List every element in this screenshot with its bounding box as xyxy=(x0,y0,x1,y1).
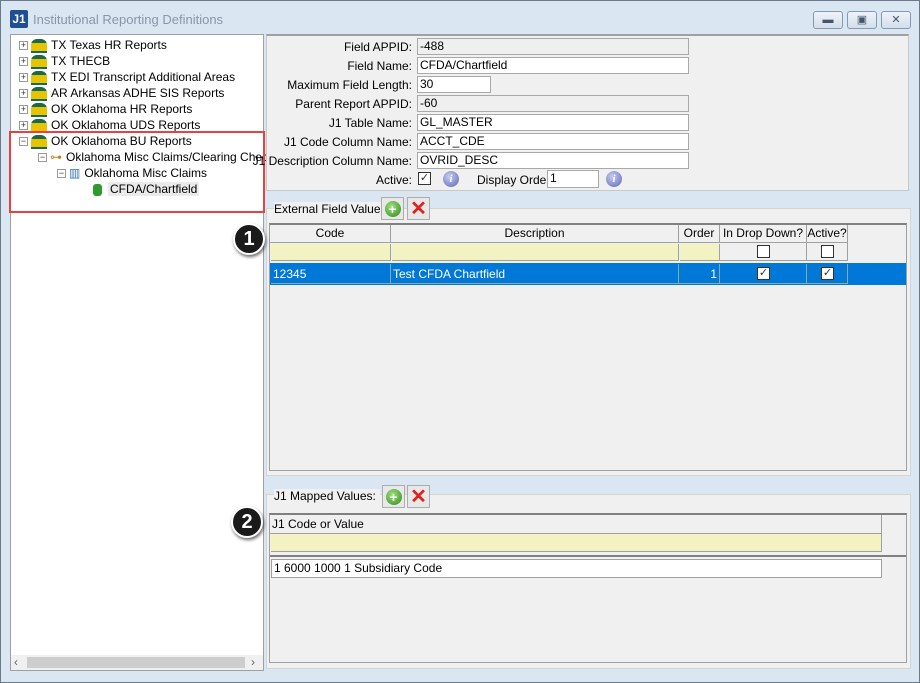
window-title: Institutional Reporting Definitions xyxy=(33,12,224,27)
expand-icon[interactable]: + xyxy=(19,41,28,51)
filter-code-or-value-input[interactable] xyxy=(271,534,882,552)
external-values-grid: Code Description Order In Drop Down? Act… xyxy=(269,223,907,471)
add-external-value-button[interactable]: + xyxy=(381,197,404,220)
table-name-label: J1 Table Name: xyxy=(328,116,412,130)
code-column-input[interactable]: ACCT_CDE xyxy=(417,133,689,150)
display-order-input[interactable]: 1 xyxy=(547,170,599,188)
mapped-values-grid: J1 Code or Value 1 6000 1000 1 Subsidiar… xyxy=(269,513,907,663)
main-window: J1 Institutional Reporting Definitions ▬… xyxy=(0,0,920,683)
cell-order[interactable]: 1 xyxy=(679,264,720,284)
institution-icon xyxy=(31,38,47,53)
report-tree: + TX Texas HR Reports + TX THECB + TX EDI T… xyxy=(10,34,280,671)
tree-item[interactable]: + TX EDI Transcript Additional Areas xyxy=(19,69,235,85)
institution-icon xyxy=(31,70,47,85)
display-order-label: Display Order: xyxy=(477,173,554,187)
filter-description-input[interactable] xyxy=(392,244,679,261)
expand-icon[interactable]: + xyxy=(19,73,28,83)
external-field-values-label: External Field Values: xyxy=(274,202,394,216)
filter-in-drop-down-cell xyxy=(720,243,807,261)
filter-order-input[interactable] xyxy=(680,244,720,261)
scroll-left-icon[interactable]: ‹ xyxy=(14,655,18,669)
column-header-active[interactable]: Active? xyxy=(807,225,848,243)
cell-in-drop-down: ✓ xyxy=(720,264,807,284)
filter-active-checkbox[interactable] xyxy=(821,245,834,258)
active-row-checkbox[interactable]: ✓ xyxy=(821,267,834,280)
institution-icon xyxy=(31,102,47,117)
close-icon: ✕ xyxy=(891,14,901,26)
app-logo: J1 xyxy=(10,10,28,28)
list-item[interactable]: 1 6000 1000 1 Subsidiary Code xyxy=(271,559,882,578)
table-name-input[interactable]: GL_MASTER xyxy=(417,114,689,131)
cell-code[interactable]: 12345 xyxy=(271,264,391,284)
add-icon: + xyxy=(385,489,402,505)
tree-horizontal-scrollbar[interactable]: ‹ › xyxy=(11,655,263,670)
column-header-code[interactable]: Code xyxy=(270,225,391,243)
restore-button[interactable]: ▣ xyxy=(847,11,877,29)
expand-icon[interactable]: + xyxy=(19,105,28,115)
info-icon[interactable]: i xyxy=(606,171,622,187)
cell-active: ✓ xyxy=(807,264,848,284)
divider xyxy=(270,555,906,557)
active-label: Active: xyxy=(375,173,412,187)
close-button[interactable]: ✕ xyxy=(881,11,911,29)
delete-x-icon: ✕ xyxy=(410,486,427,508)
column-header-code-or-value[interactable]: J1 Code or Value xyxy=(270,515,882,534)
scroll-right-icon[interactable]: › xyxy=(251,655,255,669)
delete-mapped-value-button[interactable]: ✕ xyxy=(407,485,430,508)
in-drop-down-checkbox[interactable]: ✓ xyxy=(757,267,770,280)
expand-icon[interactable]: + xyxy=(19,121,28,131)
desc-column-input[interactable]: OVRID_DESC xyxy=(417,152,689,169)
tree-item[interactable]: + TX Texas HR Reports xyxy=(19,37,167,53)
tree-item[interactable]: + AR Arkansas ADHE SIS Reports xyxy=(19,85,224,101)
field-appid-label: Field APPID: xyxy=(343,40,412,54)
active-checkbox[interactable]: ✓ xyxy=(418,172,431,185)
minimize-button[interactable]: ▬ xyxy=(813,11,843,29)
field-appid-input: -488 xyxy=(417,38,689,55)
institution-icon xyxy=(31,86,47,101)
column-header-in-drop-down[interactable]: In Drop Down? xyxy=(720,225,807,243)
callout-badge-1: 1 xyxy=(233,223,265,255)
delete-external-value-button[interactable]: ✕ xyxy=(407,197,430,220)
expand-icon[interactable]: + xyxy=(19,89,28,99)
field-name-label: Field Name: xyxy=(347,59,412,73)
filter-in-drop-down-checkbox[interactable] xyxy=(757,245,770,258)
highlight-box xyxy=(9,131,265,213)
restore-icon: ▣ xyxy=(856,14,868,26)
tree-item[interactable]: + TX THECB xyxy=(19,53,110,69)
tree-item[interactable]: + OK Oklahoma HR Reports xyxy=(19,101,192,117)
delete-x-icon: ✕ xyxy=(410,198,427,220)
column-header-description[interactable]: Description xyxy=(391,225,679,243)
institution-icon xyxy=(31,54,47,69)
parent-appid-label: Parent Report APPID: xyxy=(295,97,412,111)
field-details-form: Field APPID: -488 Field Name: CFDA/Chart… xyxy=(253,34,909,191)
add-icon: + xyxy=(384,201,401,217)
filter-active-cell xyxy=(807,243,848,261)
code-column-label: J1 Code Column Name: xyxy=(283,135,412,149)
column-header-order[interactable]: Order xyxy=(679,225,720,243)
max-length-label: Maximum Field Length: xyxy=(287,78,412,92)
field-name-input[interactable]: CFDA/Chartfield xyxy=(417,57,689,74)
table-row[interactable]: 12345 Test CFDA Chartfield 1 ✓ ✓ xyxy=(270,263,906,285)
callout-badge-2: 2 xyxy=(231,506,263,538)
max-length-input[interactable]: 30 xyxy=(417,76,491,93)
desc-column-label: J1 Description Column Name: xyxy=(252,154,412,168)
minimize-icon: ▬ xyxy=(822,14,834,26)
add-mapped-value-button[interactable]: + xyxy=(382,485,405,508)
info-icon[interactable]: i xyxy=(443,171,459,187)
expand-icon[interactable]: + xyxy=(19,57,28,67)
scrollbar-thumb[interactable] xyxy=(27,657,245,668)
filter-code-input[interactable] xyxy=(271,244,391,261)
cell-description[interactable]: Test CFDA Chartfield xyxy=(391,264,679,284)
j1-mapped-values-label: J1 Mapped Values: xyxy=(274,489,380,503)
parent-appid-input: -60 xyxy=(417,95,689,112)
